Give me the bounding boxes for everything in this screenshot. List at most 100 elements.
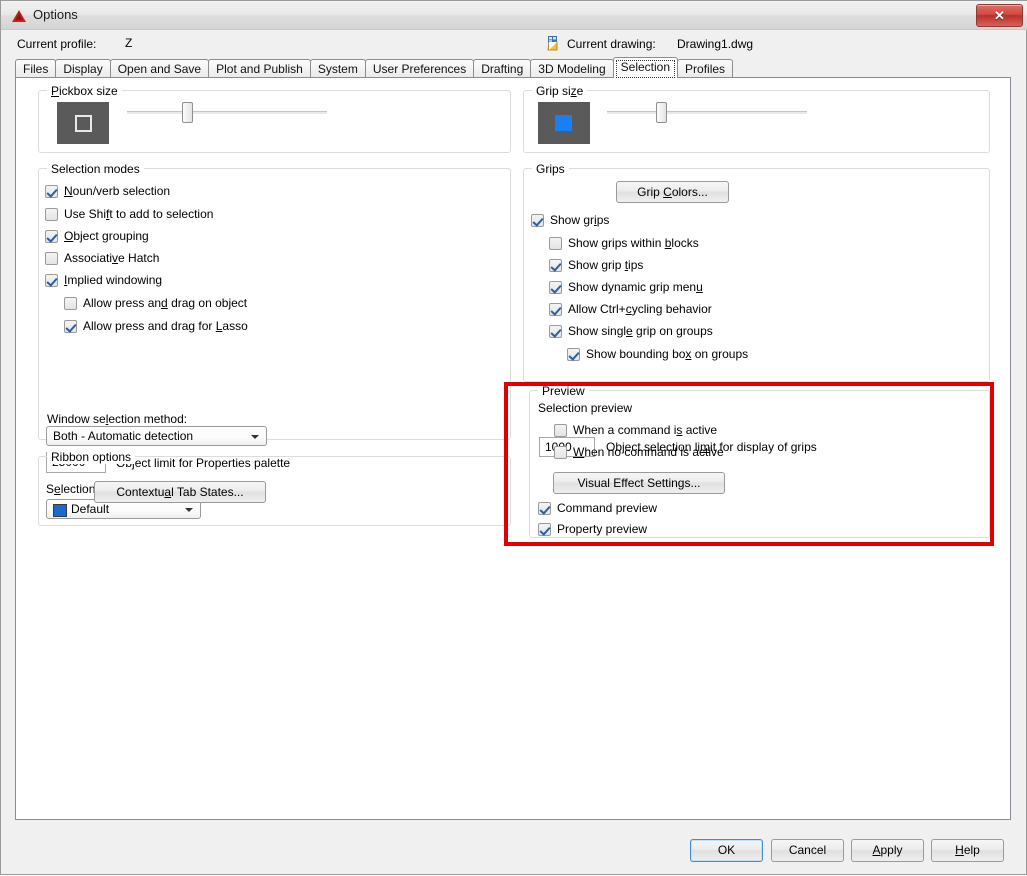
checkbox-label: Show grips within blocks	[568, 236, 699, 250]
grip-colors-button[interactable]: Grip Colors...	[616, 181, 729, 203]
tab-label: Display	[63, 62, 103, 76]
cancel-button[interactable]: Cancel	[771, 839, 844, 862]
checkbox-label: Allow press and drag on object	[83, 296, 248, 310]
visualeffect-btn-a: Visual Effect Settin	[577, 476, 678, 490]
checkbox-checked-icon	[549, 325, 562, 338]
grips-group: Grips Grip Colors... Show grips Show grip…	[523, 162, 990, 382]
tab-selection[interactable]: Selection	[612, 57, 679, 78]
window-method-label: Window selection method:	[47, 412, 187, 426]
button-label: Apply	[872, 843, 903, 857]
apply-button[interactable]: Apply	[851, 839, 924, 862]
visual-effect-settings-button[interactable]: Visual Effect Settings...	[553, 472, 725, 494]
checkbox-checked-icon	[531, 214, 544, 227]
pickbox-legend-rest: ickbox size	[59, 84, 118, 98]
grip-slider-thumb[interactable]	[656, 102, 667, 123]
checkbox-label: Show bounding box on groups	[586, 347, 749, 361]
grip-square-icon	[555, 115, 572, 131]
tab-3d-modeling[interactable]: 3D Modeling	[530, 59, 614, 78]
help-button[interactable]: Help	[931, 839, 1004, 862]
checkbox-label: Associative Hatch	[64, 251, 160, 265]
pickbox-size-slider[interactable]	[127, 102, 327, 123]
window-method-label-b: ection method:	[108, 412, 188, 426]
tab-drafting[interactable]: Drafting	[473, 59, 532, 78]
tab-label: Selection	[620, 60, 671, 74]
preview-group: Preview Selection preview When a command…	[529, 384, 990, 538]
gripcolors-btn-a: Grip	[637, 185, 664, 199]
checkbox-label: Allow Ctrl+cycling behavior	[568, 302, 712, 316]
checkbox-label: Property preview	[557, 522, 648, 536]
checkbox-label: Show grips	[550, 213, 610, 227]
checkbox-unchecked-icon	[64, 297, 77, 310]
current-profile-label: Current profile:	[17, 37, 97, 51]
tab-label: Profiles	[685, 62, 726, 76]
ribbon-options-group: Ribbon options Contextual Tab States...	[38, 450, 511, 526]
pickbox-square-icon	[75, 115, 92, 132]
current-profile-value: Z	[125, 36, 133, 50]
ok-button[interactable]: OK	[690, 839, 763, 862]
pickbox-slider-thumb[interactable]	[182, 102, 193, 123]
checkbox-checked-icon	[64, 320, 77, 333]
checkbox-label: Allow press and drag for Lasso	[83, 319, 248, 333]
current-drawing-label: Current drawing:	[567, 37, 656, 51]
window-title: Options	[33, 7, 78, 22]
close-button[interactable]: ✕	[976, 4, 1023, 27]
checkbox-label: Show grip tips	[568, 258, 644, 272]
tab-user-preferences[interactable]: User Preferences	[364, 59, 475, 78]
checkbox-checked-icon	[45, 274, 58, 287]
pickbox-size-group: Pickbox size	[38, 84, 511, 153]
window-method-label-a: Window se	[47, 412, 106, 426]
checkbox-checked-icon	[567, 348, 580, 361]
tab-files[interactable]: Files	[15, 59, 57, 78]
window-selection-method-value: Both - Automatic detection	[53, 429, 194, 443]
selection-tab-panel: Pickbox size Grip size Selection modes N…	[15, 77, 1011, 820]
chevron-down-icon	[251, 435, 259, 439]
current-drawing-value: Drawing1.dwg	[677, 37, 754, 51]
checkbox-checked-icon	[549, 303, 562, 316]
checkbox-checked-icon	[45, 185, 58, 198]
checkbox-unchecked-icon	[45, 208, 58, 221]
checkbox-label: Command preview	[557, 501, 658, 515]
checkbox-unchecked-icon	[45, 252, 58, 265]
tab-label: Plot and Publish	[216, 62, 303, 76]
checkbox-label: Show dynamic grip menu	[568, 280, 703, 294]
tab-display[interactable]: Display	[55, 59, 111, 78]
checkbox-label: Object grouping	[64, 229, 149, 243]
checkbox-label: Noun/verb selection	[64, 184, 171, 198]
grip-size-group: Grip size	[523, 84, 990, 153]
contextual-btn-a: Contextu	[116, 485, 165, 499]
checkbox-unchecked-icon	[554, 424, 567, 437]
selection-preview-subheading: Selection preview	[538, 401, 633, 415]
gripcolors-btn-mnemonic: C	[663, 185, 672, 199]
contextual-tab-states-button[interactable]: Contextual Tab States...	[94, 481, 266, 503]
grip-size-legend: Grip size	[532, 84, 588, 98]
checkbox-checked-icon	[549, 281, 562, 294]
checkbox-checked-icon	[538, 523, 551, 536]
button-label: Help	[955, 843, 980, 857]
pickbox-size-legend: Pickbox size	[47, 84, 122, 98]
gripsize-legend-b: e	[576, 84, 584, 98]
checkbox-label: Implied windowing	[64, 273, 163, 287]
grip-size-slider[interactable]	[607, 102, 807, 123]
grip-slider-track	[607, 111, 807, 115]
window-selection-method-combo[interactable]: Both - Automatic detection	[46, 426, 267, 446]
contextual-btn-b: l Tab States...	[171, 485, 244, 499]
checkbox-label: Use Shift to add to selection	[64, 207, 214, 221]
checkbox-label: When no command is active	[573, 445, 724, 459]
close-icon: ✕	[994, 8, 1005, 23]
tab-label: User Preferences	[372, 62, 467, 76]
preview-legend: Preview	[538, 384, 589, 398]
tab-system[interactable]: System	[309, 59, 366, 78]
tab-label: Drafting	[481, 62, 524, 76]
button-label: OK	[717, 843, 736, 857]
checkbox-checked-icon	[45, 230, 58, 243]
footer-button-bar: OK Cancel Apply Help	[1, 827, 1027, 876]
tab-label: Open and Save	[117, 62, 202, 76]
tab-plot-and-publish[interactable]: Plot and Publish	[208, 59, 311, 78]
gripsize-legend-a: Grip si	[536, 84, 571, 98]
options-dialog-window: Options ✕ Current profile: Z Current dra…	[0, 0, 1027, 875]
tab-profiles[interactable]: Profiles	[677, 59, 734, 78]
tab-open-and-save[interactable]: Open and Save	[109, 59, 210, 78]
pickbox-legend-mnemonic: P	[51, 84, 60, 98]
grips-legend: Grips	[532, 162, 569, 176]
checkbox-checked-icon	[549, 259, 562, 272]
